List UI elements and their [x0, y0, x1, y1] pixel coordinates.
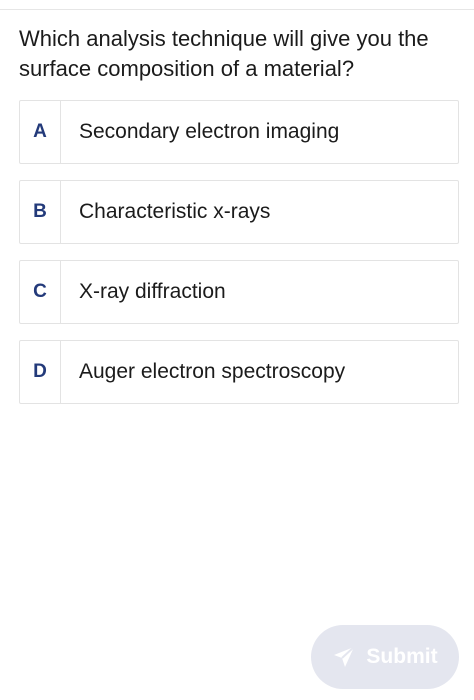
option-letter: A: [20, 101, 61, 163]
submit-label: Submit: [366, 645, 438, 668]
question-text: Which analysis technique will give you t…: [19, 26, 429, 81]
option-d[interactable]: D Auger electron spectroscopy: [19, 340, 459, 404]
option-a[interactable]: A Secondary electron imaging: [19, 100, 459, 164]
option-letter: D: [20, 341, 61, 403]
submit-button[interactable]: Submit: [311, 625, 459, 689]
option-label: Auger electron spectroscopy: [79, 360, 346, 383]
answer-options: A Secondary electron imaging B Character…: [19, 100, 459, 420]
option-label: Secondary electron imaging: [79, 120, 340, 143]
option-label: Characteristic x-rays: [79, 200, 271, 223]
option-c[interactable]: C X-ray diffraction: [19, 260, 459, 324]
option-label: X-ray diffraction: [79, 280, 226, 303]
option-b[interactable]: B Characteristic x-rays: [19, 180, 459, 244]
top-divider: [0, 9, 474, 10]
paper-plane-icon: [332, 645, 356, 669]
option-letter: B: [20, 181, 61, 243]
option-letter: C: [20, 261, 61, 323]
